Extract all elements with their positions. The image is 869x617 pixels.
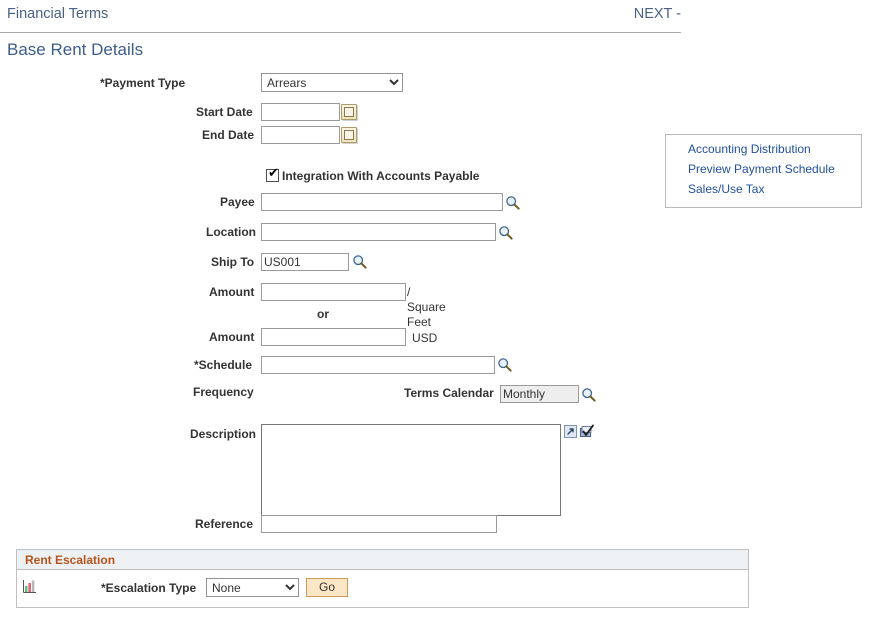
amount-psf-input[interactable] — [261, 283, 406, 301]
ship-to-input[interactable] — [261, 253, 349, 271]
rent-escalation-title: Rent Escalation — [25, 553, 115, 567]
location-input[interactable] — [261, 223, 496, 241]
amount-flat-input[interactable] — [261, 328, 406, 346]
schedule-input[interactable] — [261, 356, 495, 374]
reference-label: Reference — [195, 517, 253, 531]
integration-ap-label: Integration With Accounts Payable — [282, 169, 479, 183]
page-title: Base Rent Details — [7, 40, 143, 60]
location-label: Location — [206, 225, 256, 239]
header-divider — [0, 32, 681, 33]
amount-psf-label: Amount — [209, 285, 254, 299]
terms-calendar-input[interactable] — [500, 385, 579, 403]
end-date-input[interactable] — [261, 126, 340, 144]
frequency-label: Frequency — [193, 385, 254, 399]
terms-calendar-label: Terms Calendar — [404, 386, 494, 400]
chart-icon[interactable] — [22, 578, 38, 594]
search-icon[interactable] — [352, 254, 367, 269]
start-date-label: Start Date — [196, 105, 253, 119]
amount-or-text: or — [317, 307, 329, 321]
search-icon[interactable] — [498, 225, 513, 240]
integration-ap-checkbox[interactable]: ✔ — [266, 169, 279, 182]
calendar-icon[interactable] — [341, 104, 357, 120]
schedule-label: *Schedule — [194, 358, 252, 372]
description-textarea[interactable] — [261, 424, 561, 516]
link-sales-use-tax[interactable]: Sales/Use Tax — [688, 182, 764, 196]
start-date-input[interactable] — [261, 103, 340, 121]
page-header: Financial Terms NEXT - — [0, 6, 681, 32]
amount-flat-label: Amount — [209, 330, 254, 344]
rent-escalation-group: Rent Escalation — [16, 549, 749, 608]
link-preview-payment-schedule[interactable]: Preview Payment Schedule — [688, 162, 835, 176]
escalation-type-select[interactable]: None — [206, 578, 299, 597]
ship-to-label: Ship To — [211, 255, 254, 269]
amount-flat-unit: USD — [412, 331, 437, 345]
breadcrumb: Financial Terms — [7, 6, 108, 22]
spell-check-icon[interactable] — [580, 424, 595, 439]
search-icon[interactable] — [497, 357, 512, 372]
payee-input[interactable] — [261, 193, 503, 211]
link-accounting-distribution[interactable]: Accounting Distribution — [688, 142, 811, 156]
escalation-type-label: *Escalation Type — [101, 581, 196, 595]
reference-input[interactable] — [261, 515, 497, 533]
payee-label: Payee — [220, 195, 255, 209]
amount-psf-unit: / Square Feet — [407, 285, 451, 330]
payment-type-select[interactable]: Arrears — [261, 73, 403, 92]
end-date-label: End Date — [202, 128, 254, 142]
calendar-icon[interactable] — [341, 127, 357, 143]
go-button[interactable]: Go — [306, 578, 348, 597]
search-icon[interactable] — [505, 195, 520, 210]
search-icon[interactable] — [581, 387, 596, 402]
expand-icon[interactable] — [564, 425, 577, 438]
next-link[interactable]: NEXT - — [634, 6, 681, 22]
description-label: Description — [190, 427, 256, 441]
payment-type-label: *Payment Type — [100, 76, 185, 90]
rent-escalation-header: Rent Escalation — [17, 550, 748, 570]
checkmark-icon: ✔ — [268, 167, 279, 180]
related-links-box: Accounting Distribution Preview Payment … — [665, 134, 862, 208]
